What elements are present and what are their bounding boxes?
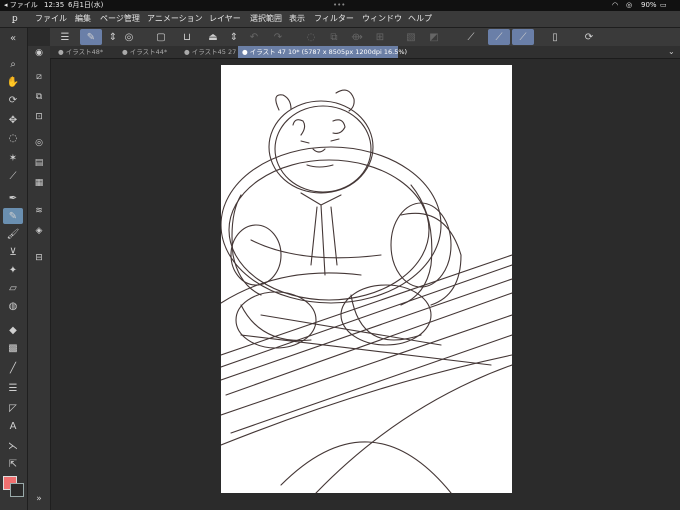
correct-line-icon[interactable]: ⇱ [3,456,23,472]
menu-window[interactable]: ウィンドウ [362,11,402,27]
tool-bar: « ⌕ ✋ ⟳ ✥ ◌ ✶ ⟋ ✒ ✎ 🖌 ⊻ ✦ ▱ ◍ ◆ ▩ ╱ ☰ ◸ … [0,28,28,510]
tab-illust-44[interactable]: ● イラスト44* [118,46,180,58]
document-tabs: ● イラスト48* ● イラスト44* ● イラスト45 27 ● イラスト 4… [50,46,680,59]
gradient-icon[interactable]: ▩ [3,340,23,356]
hand-icon[interactable]: ✋ [3,74,23,90]
status-time: 12:35 [44,1,65,9]
battery-percent: 90% [641,1,657,9]
subtool-icon-4[interactable]: ◎ [31,136,47,150]
subtool-icon-1[interactable]: ⧄ [31,70,47,84]
text-icon[interactable]: A [3,418,23,434]
menu-filter[interactable]: フィルター [314,11,354,27]
search-icon[interactable]: ◉ [31,46,47,60]
lock-rotation-icon: ◎ [626,1,633,9]
pen-icon[interactable]: ✒ [3,190,23,206]
undo-icon[interactable]: ↶ [243,29,265,45]
collapse-icon[interactable]: « [3,30,23,46]
menu-selection[interactable]: 選択範囲 [250,11,282,27]
rotate-icon[interactable]: ⟳ [3,92,23,108]
snap-grid-icon[interactable]: ⟋ [512,29,534,45]
ruler-icon[interactable]: ◸ [3,400,23,416]
tab-illust-47-active[interactable]: ● イラスト 47 10* (5787 x 8505px 1200dpi 16.… [238,46,407,58]
tab-illust-48[interactable]: ● イラスト48* [54,46,118,58]
back-to-files[interactable]: ◂ ファイル [4,0,38,11]
transform-icon[interactable]: ⟴ [346,29,368,45]
menu-animation[interactable]: アニメーション [147,11,203,27]
status-date: 6月1日(水) [68,1,104,9]
view-icon[interactable]: ◎ [118,29,140,45]
lasso-icon[interactable]: ◌ [3,130,23,146]
subtool-icon-5[interactable]: ▤ [31,156,47,170]
chevron-down-icon[interactable]: ⌄ [668,46,675,58]
crop-icon[interactable]: ⊞ [369,29,391,45]
new-file-icon[interactable]: ▢ [150,29,172,45]
menu-view[interactable]: 表示 [289,11,305,27]
airbrush-icon[interactable]: ⊻ [3,244,23,260]
subtool-icon-3[interactable]: ⊡ [31,110,47,124]
save-icon[interactable]: ⏏ [202,29,224,45]
redo-icon[interactable]: ↷ [267,29,289,45]
hamburger-icon[interactable]: ☰ [54,29,76,45]
multitask-dots[interactable]: ••• [333,0,345,11]
subtool-icon-2[interactable]: ⧉ [31,90,47,104]
rough-sketch [221,89,512,493]
smartphone-icon[interactable]: ▯ [544,29,566,45]
balloon-icon[interactable]: ⋋ [3,438,23,454]
zoom-icon[interactable]: ⌕ [3,56,23,72]
deselect-icon[interactable]: ▧ [400,29,422,45]
menu-file[interactable]: ファイル [35,11,67,27]
stack-icon[interactable]: ◈ [31,224,47,238]
menu-layer[interactable]: レイヤー [209,11,241,27]
stepper-icon-2[interactable]: ⇕ [223,29,245,45]
menu-help[interactable]: ヘルプ [408,11,432,27]
invert-icon[interactable]: ◩ [423,29,445,45]
expand-icon[interactable]: » [31,492,47,506]
subtool-icon-6[interactable]: ▦ [31,176,47,190]
sub-tool-bar: ◉ ⧄ ⧉ ⊡ ◎ ▤ ▦ ≋ ◈ ⊟ » [28,46,51,510]
battery-icon: ▭ [660,1,667,9]
open-icon[interactable]: ⊔ [176,29,198,45]
app-logo-icon[interactable]: ꝑ [12,11,18,27]
eraser-icon[interactable]: ▱ [3,280,23,296]
magic-wand-icon[interactable]: ✶ [3,150,23,166]
wifi-icon: ◠ [612,1,619,9]
brush-icon[interactable]: 🖌 [3,226,23,242]
pencil-icon[interactable]: ✎ [3,208,23,224]
material-icon[interactable]: ⊟ [31,251,47,265]
decoration-icon[interactable]: ✦ [3,262,23,278]
command-bar: ☰ ✎ ⇕ ◎ ▢ ⊔ ⏏ ⇕ ↶ ↷ ◌ ⧉ ⟴ ⊞ ▧ ◩ ⟋ ⟋ ⟋ ▯ … [50,28,680,47]
blend-icon[interactable]: ◍ [3,298,23,314]
clear-icon[interactable]: ◌ [300,29,322,45]
copy-icon[interactable]: ⧉ [323,29,345,45]
frame-icon[interactable]: ☰ [3,380,23,396]
ios-status-bar: ◂ ファイル 12:35 6月1日(水) ••• ◠ ◎ 90% ▭ [0,0,680,11]
snap-ruler-icon[interactable]: ⟋ [460,29,482,45]
snap-special-icon[interactable]: ⟋ [488,29,510,45]
drawing-canvas[interactable] [221,65,512,493]
tab-illust-45[interactable]: ● イラスト45 27 [180,46,238,58]
eyedropper-icon[interactable]: ⟋ [3,168,23,184]
menu-page[interactable]: ページ管理 [100,11,140,27]
line-icon[interactable]: ╱ [3,360,23,376]
menu-bar: ꝑ ファイル 編集 ページ管理 アニメーション レイヤー 選択範囲 表示 フィル… [0,11,680,28]
pen-tool-icon[interactable]: ✎ [80,29,102,45]
background-color-swatch[interactable] [10,483,24,497]
layers-icon[interactable]: ≋ [31,204,47,218]
fill-icon[interactable]: ◆ [3,322,23,338]
menu-edit[interactable]: 編集 [75,11,91,27]
move-icon[interactable]: ✥ [3,112,23,128]
companion-icon[interactable]: ⟳ [578,29,600,45]
